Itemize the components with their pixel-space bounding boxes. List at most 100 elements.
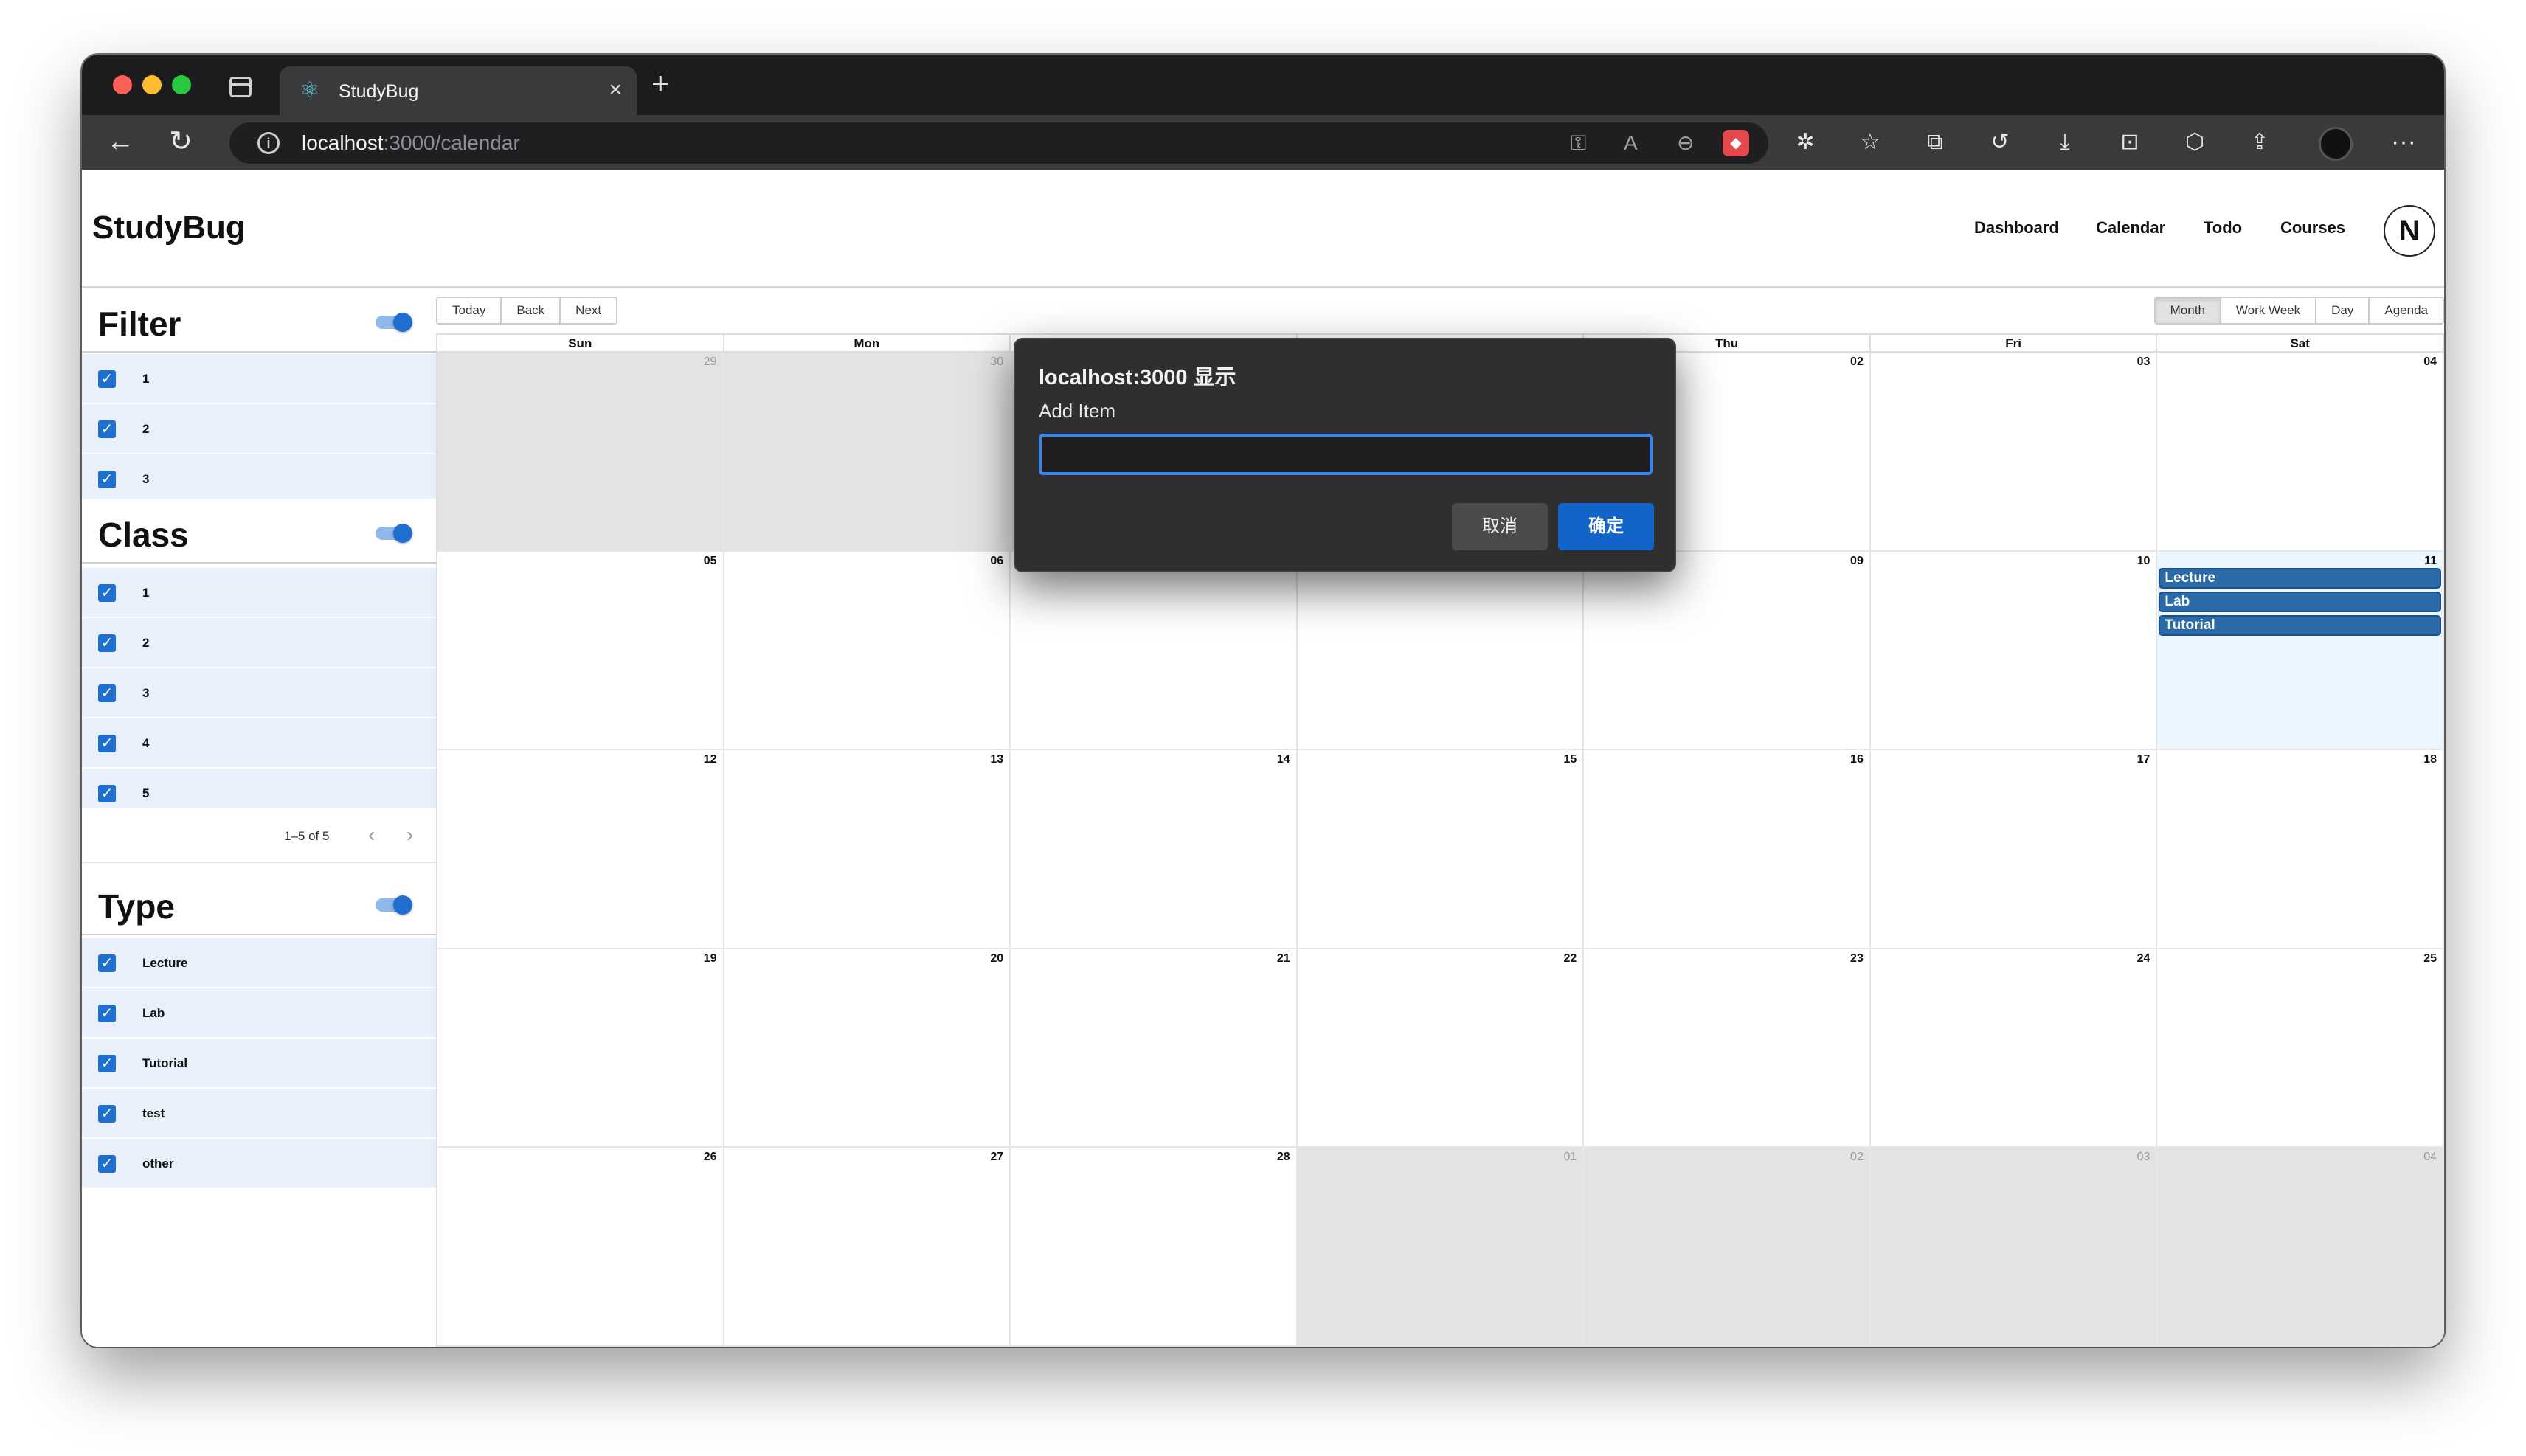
browser-tab[interactable]: ⚛ StudyBug × [280,66,637,115]
back-icon[interactable]: ← [103,124,138,159]
agenda-view-button[interactable]: Agenda [2370,298,2443,323]
day-number[interactable]: 23 [1850,952,1864,966]
day-view-button[interactable]: Day [2316,298,2370,323]
checkbox-checked-icon[interactable]: ✓ [98,584,116,602]
calendar-day-cell[interactable]: 15 [1297,750,1585,949]
day-number[interactable]: 10 [2137,555,2150,568]
calendar-day-cell[interactable]: 16 [1584,750,1871,949]
class-item[interactable]: ✓ 5 [82,769,436,810]
day-number[interactable]: 25 [2423,952,2437,966]
filter-toggle[interactable] [376,313,414,332]
checkbox-checked-icon[interactable]: ✓ [98,785,116,802]
cancel-button[interactable]: 取消 [1452,503,1548,550]
calendar-day-cell[interactable]: 05 [437,551,724,751]
prev-page-icon[interactable]: ‹ [368,823,375,847]
day-number[interactable]: 02 [1850,356,1864,369]
day-number[interactable]: 22 [1563,952,1577,966]
calendar-day-cell[interactable]: 20 [724,949,1011,1148]
more-menu-icon[interactable]: ··· [2391,125,2416,158]
calendar-day-cell[interactable]: 25 [2157,949,2444,1148]
extension-icon[interactable]: ◆ [1723,130,1749,156]
day-number[interactable]: 03 [2137,1151,2150,1164]
calendar-day-cell[interactable]: 23 [1584,949,1871,1148]
calendar-day-cell[interactable]: 02 [1584,1148,1871,1347]
calendar-event[interactable]: Lecture [2159,567,2441,589]
day-number[interactable]: 04 [2423,356,2437,369]
calendar-day-cell[interactable]: 24 [1870,949,2158,1148]
share-icon[interactable]: ⇪ [2245,128,2274,156]
zoom-window-button[interactable] [172,75,191,94]
checkbox-checked-icon[interactable]: ✓ [98,370,116,388]
downloads-icon[interactable]: ⤓ [2050,128,2080,156]
day-number[interactable]: 13 [990,753,1003,766]
class-item[interactable]: ✓ 3 [82,668,436,718]
checkbox-checked-icon[interactable]: ✓ [98,735,116,752]
checkbox-checked-icon[interactable]: ✓ [98,1155,116,1173]
day-number[interactable]: 06 [990,555,1003,568]
calendar-day-cell[interactable]: 01 [1297,1148,1585,1347]
checkbox-checked-icon[interactable]: ✓ [98,954,116,972]
calendar-day-cell[interactable]: 13 [724,750,1011,949]
history-icon[interactable]: ↺ [1985,128,2015,156]
checkbox-checked-icon[interactable]: ✓ [98,1055,116,1072]
filter-item[interactable]: ✓ 3 [82,454,436,500]
filter-item[interactable]: ✓ 2 [82,404,436,454]
day-number[interactable]: 24 [2137,952,2150,966]
day-number[interactable]: 28 [1277,1151,1290,1164]
zoom-out-icon[interactable]: ⊖ [1677,131,1694,155]
close-tab-icon[interactable]: × [609,77,622,103]
nav-todo[interactable]: Todo [2204,218,2242,238]
key-icon[interactable]: ⚿ [1571,131,1586,155]
day-number[interactable]: 19 [704,952,717,966]
profile-avatar[interactable] [2319,127,2353,161]
day-number[interactable]: 12 [704,753,717,766]
user-avatar[interactable]: N [2384,205,2435,257]
day-number[interactable]: 11 [2424,555,2437,568]
checkbox-checked-icon[interactable]: ✓ [98,634,116,652]
day-number[interactable]: 01 [1563,1151,1577,1164]
nav-courses[interactable]: Courses [2280,218,2345,238]
type-item[interactable]: ✓ test [82,1089,436,1139]
calendar-day-cell[interactable]: 19 [437,949,724,1148]
read-aloud-icon[interactable]: A [1624,131,1638,155]
app-icon[interactable]: ⊡ [2115,128,2145,156]
calendar-day-cell[interactable]: 27 [724,1148,1011,1347]
day-number[interactable]: 17 [2137,753,2150,766]
day-number[interactable]: 21 [1277,952,1290,966]
checkbox-checked-icon[interactable]: ✓ [98,471,116,488]
tab-sidebar-icon[interactable] [229,77,252,97]
calendar-day-cell[interactable]: 04 [2157,353,2444,552]
checkbox-checked-icon[interactable]: ✓ [98,1005,116,1022]
day-number[interactable]: 16 [1850,753,1864,766]
calendar-day-cell[interactable]: 12 [437,750,724,949]
calendar-day-cell[interactable]: 22 [1297,949,1585,1148]
calendar-day-cell[interactable]: 06 [724,551,1011,751]
calendar-day-cell[interactable]: 10 [1870,551,2158,751]
next-page-icon[interactable]: › [406,823,413,847]
type-item[interactable]: ✓ Tutorial [82,1039,436,1089]
calendar-day-cell[interactable]: 09 [1584,551,1871,751]
nav-calendar[interactable]: Calendar [2096,218,2165,238]
checkbox-checked-icon[interactable]: ✓ [98,1105,116,1123]
back-button[interactable]: Back [502,298,561,323]
day-number[interactable]: 18 [2423,753,2437,766]
calendar-day-cell[interactable]: 14 [1011,750,1298,949]
class-item[interactable]: ✓ 1 [82,568,436,618]
today-button[interactable]: Today [437,298,502,323]
url-text[interactable]: localhost:3000/calendar [302,131,520,155]
calendar-day-cell[interactable]: 17 [1870,750,2158,949]
address-bar[interactable]: i localhost:3000/calendar ⚿ A ⊖ ☆ [229,122,1768,164]
minimize-window-button[interactable] [142,75,162,94]
ok-button[interactable]: 确定 [1558,503,1654,550]
close-window-button[interactable] [113,75,132,94]
checkbox-checked-icon[interactable]: ✓ [98,420,116,438]
class-toggle[interactable] [376,524,414,543]
day-number[interactable]: 29 [704,356,717,369]
day-number[interactable]: 04 [2423,1151,2437,1164]
new-tab-icon[interactable]: + [651,65,670,102]
calendar-day-cell[interactable]: 29 [437,353,724,552]
day-number[interactable]: 09 [1850,555,1864,568]
calendar-day-cell[interactable]: 28 [1011,1148,1298,1347]
brand-title[interactable]: StudyBug [92,209,246,246]
calendar-day-cell[interactable]: 21 [1011,949,1298,1148]
